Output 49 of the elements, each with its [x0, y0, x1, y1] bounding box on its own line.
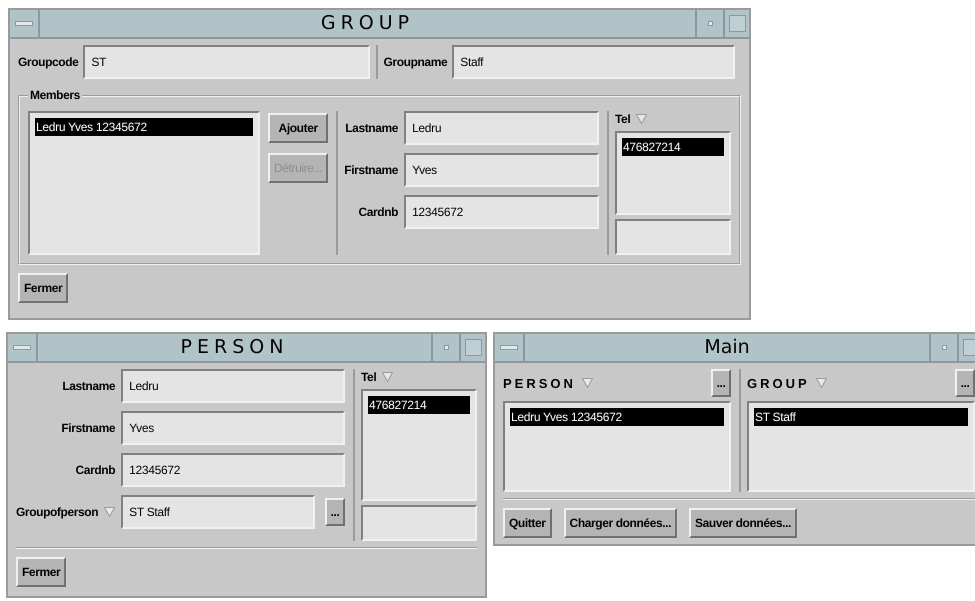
field-label: Tel — [615, 112, 630, 126]
list-item[interactable]: Ledru Yves 12345672 — [510, 408, 724, 426]
triangle-icon[interactable] — [104, 507, 116, 517]
triangle-icon[interactable] — [636, 114, 648, 124]
panel-label: GROUP — [747, 376, 810, 390]
text-field[interactable]: Ledru — [404, 111, 599, 145]
list-item[interactable]: 476827214 — [368, 396, 470, 414]
maximize-button[interactable] — [459, 334, 485, 361]
field-label: Lastname — [62, 379, 116, 393]
input-field[interactable] — [361, 505, 477, 541]
window-title: Main — [703, 335, 751, 360]
text-field[interactable]: Staff — [452, 45, 735, 79]
button[interactable]: ... — [325, 498, 345, 526]
text-field[interactable]: ST Staff — [121, 495, 315, 529]
button[interactable]: ... — [711, 369, 731, 397]
window-title: PERSON — [180, 335, 290, 360]
text-field[interactable]: 12345672 — [121, 453, 345, 487]
input-field[interactable] — [615, 219, 731, 255]
triangle-icon[interactable] — [382, 372, 394, 382]
button[interactable]: Fermer — [16, 557, 66, 587]
button[interactable]: Charger données... — [564, 508, 678, 538]
button[interactable]: Quitter — [503, 508, 552, 538]
triangle-icon[interactable] — [816, 378, 827, 388]
list-item[interactable]: Ledru Yves 12345672 — [35, 118, 253, 136]
button[interactable]: Ajouter — [268, 113, 328, 143]
field-label: Firstname — [344, 163, 398, 177]
panel-label: PERSON — [503, 376, 576, 390]
text-field[interactable]: 12345672 — [404, 195, 599, 229]
field-label: Firstname — [61, 421, 116, 435]
field-label: Groupofperson — [16, 505, 98, 519]
button[interactable]: Fermer — [18, 273, 68, 303]
button[interactable]: Sauver données... — [689, 508, 797, 538]
text-field[interactable]: Ledru — [121, 369, 345, 403]
field-label: Tel — [361, 370, 376, 384]
field-label: Cardnb — [76, 463, 116, 477]
list-item[interactable]: ST Staff — [754, 408, 968, 426]
field-label: Lastname — [345, 121, 398, 135]
field-label: Cardnb — [358, 205, 398, 219]
text-field[interactable]: ST — [83, 45, 370, 79]
button[interactable]: ... — [955, 369, 975, 397]
field-label: Groupcode — [18, 55, 78, 69]
window-title: GROUP — [320, 11, 416, 36]
list-item[interactable]: 476827214 — [622, 138, 724, 156]
frame-legend: Members — [28, 88, 82, 102]
text-field[interactable]: Yves — [404, 153, 599, 187]
text-field[interactable]: Yves — [121, 411, 345, 445]
triangle-icon[interactable] — [582, 378, 593, 388]
field-label: Groupname — [384, 55, 448, 69]
maximize-button[interactable] — [723, 10, 749, 37]
